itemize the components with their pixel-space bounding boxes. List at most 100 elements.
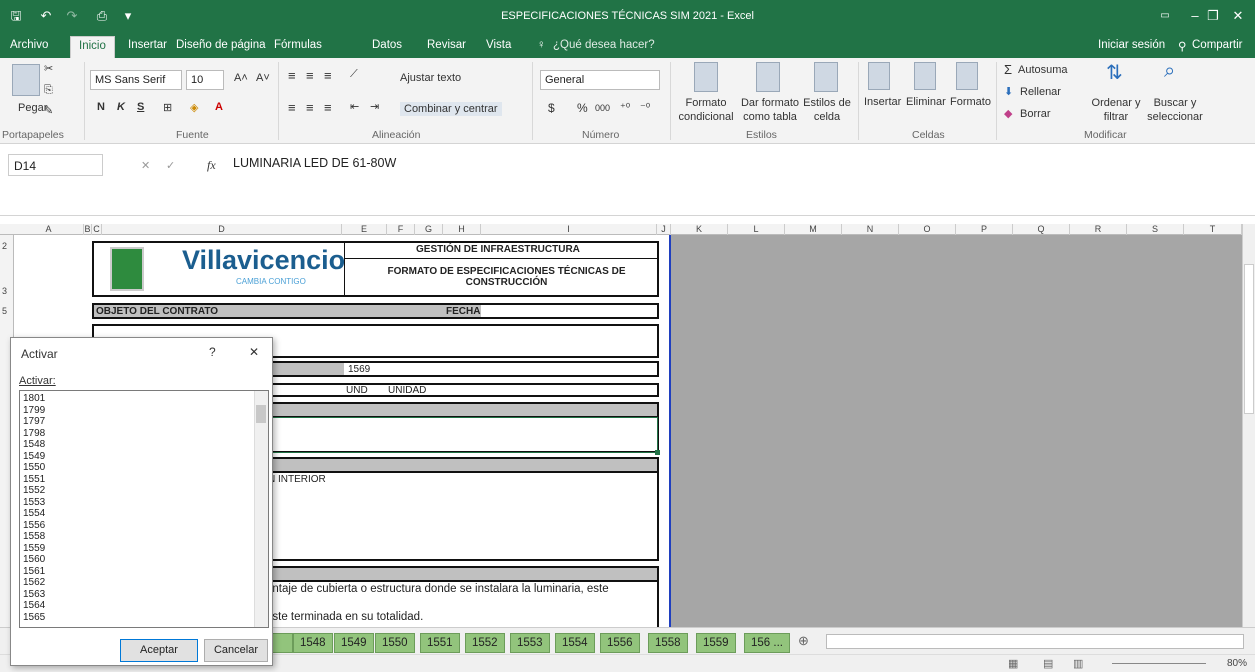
vertical-scrollbar[interactable]: [1242, 224, 1255, 627]
list-item[interactable]: 1552: [23, 486, 45, 496]
fill-handle[interactable]: [655, 450, 660, 455]
currency-button[interactable]: $: [548, 101, 555, 115]
insert-function-icon[interactable]: fx: [207, 158, 216, 173]
list-item[interactable]: 1562: [23, 578, 45, 588]
sort-filter-icon[interactable]: ⇅: [1106, 60, 1123, 85]
delete-cells-icon[interactable]: [914, 62, 936, 90]
list-item[interactable]: 1561: [23, 566, 45, 576]
scroll-thumb[interactable]: [1244, 264, 1254, 414]
list-item[interactable]: 1565: [23, 612, 45, 622]
shrink-font-icon[interactable]: A˅: [256, 72, 270, 84]
autosum-button[interactable]: Autosuma: [1018, 64, 1068, 76]
column-header[interactable]: K: [671, 224, 728, 235]
thousands-button[interactable]: 000: [595, 103, 610, 113]
horizontal-scrollbar[interactable]: [826, 634, 1244, 649]
delete-cells-button[interactable]: Eliminar: [906, 96, 946, 108]
tab-datos[interactable]: Datos: [372, 39, 402, 51]
align-bottom-icon[interactable]: ≡: [324, 68, 332, 83]
increase-indent-icon[interactable]: ⇥: [370, 100, 379, 113]
tell-me-input[interactable]: ¿Qué desea hacer?: [553, 39, 655, 51]
column-header[interactable]: M: [785, 224, 842, 235]
column-header[interactable]: O: [899, 224, 956, 235]
cell-styles-button[interactable]: Estilos de celda: [802, 96, 852, 124]
list-item[interactable]: 1797: [23, 417, 45, 427]
list-item[interactable]: 1548: [23, 440, 45, 450]
tab-insertar[interactable]: Insertar: [128, 39, 167, 51]
sheet-tab[interactable]: 1556: [600, 633, 640, 653]
ribbon-display-icon[interactable]: ▭: [1155, 6, 1175, 26]
cancel-icon[interactable]: ✕: [141, 159, 150, 172]
list-item[interactable]: 1551: [23, 474, 45, 484]
sheet-tab[interactable]: 1554: [555, 633, 595, 653]
date-cell[interactable]: [481, 305, 657, 317]
column-header[interactable]: N: [842, 224, 899, 235]
column-header[interactable]: F: [387, 224, 415, 235]
list-item[interactable]: 1799: [23, 405, 45, 415]
italic-button[interactable]: K: [117, 101, 125, 113]
sheet-tab[interactable]: 1559: [696, 633, 736, 653]
tab-revisar[interactable]: Revisar: [427, 39, 466, 51]
list-item[interactable]: 1798: [23, 428, 45, 438]
fill-button[interactable]: Rellenar: [1020, 86, 1061, 98]
sheet-tab[interactable]: 1551: [420, 633, 460, 653]
borders-icon[interactable]: ⊞: [163, 101, 172, 114]
column-header[interactable]: C: [92, 224, 102, 235]
sheet-tab[interactable]: 1549: [334, 633, 374, 653]
find-icon[interactable]: ⌕: [1164, 60, 1175, 83]
list-item[interactable]: 1556: [23, 520, 45, 530]
list-item[interactable]: 1560: [23, 555, 45, 565]
font-color-icon[interactable]: A: [215, 101, 223, 113]
find-select-button[interactable]: Buscar y seleccionar: [1144, 96, 1206, 124]
format-table-icon[interactable]: [756, 62, 780, 92]
page-break-view-icon[interactable]: ▥: [1073, 657, 1083, 670]
cancel-button[interactable]: Cancelar: [204, 639, 268, 662]
underline-button[interactable]: S: [137, 101, 144, 113]
column-header[interactable]: S: [1127, 224, 1184, 235]
column-header[interactable]: L: [728, 224, 785, 235]
list-item[interactable]: 1550: [23, 463, 45, 473]
page-layout-icon[interactable]: ▤: [1043, 657, 1053, 670]
orientation-icon[interactable]: ⟋: [350, 68, 358, 81]
ok-button[interactable]: Aceptar: [120, 639, 198, 662]
decrease-decimal-icon[interactable]: ⁻⁰: [640, 101, 650, 114]
column-header[interactable]: Q: [1013, 224, 1070, 235]
format-cells-button[interactable]: Formato: [950, 96, 991, 108]
name-box[interactable]: D14: [8, 154, 103, 176]
list-item[interactable]: 1554: [23, 509, 45, 519]
fill-icon[interactable]: ⬇: [1004, 85, 1013, 98]
decrease-indent-icon[interactable]: ⇤: [350, 100, 359, 113]
cell-styles-icon[interactable]: [814, 62, 838, 92]
sheet-tab[interactable]: 1558: [648, 633, 688, 653]
sheet-tab[interactable]: 1548: [293, 633, 333, 653]
list-item[interactable]: 1553: [23, 497, 45, 507]
list-item[interactable]: 1558: [23, 532, 45, 542]
align-right-icon[interactable]: ≡: [324, 100, 332, 115]
minimize-icon[interactable]: –: [1185, 6, 1205, 26]
column-header[interactable]: B: [84, 224, 92, 235]
align-left-icon[interactable]: ≡: [288, 100, 296, 115]
row-header[interactable]: 3: [2, 286, 7, 296]
list-scrollbar[interactable]: [254, 391, 268, 627]
clear-button[interactable]: Borrar: [1020, 108, 1051, 120]
column-header[interactable]: I: [481, 224, 657, 235]
column-header[interactable]: P: [956, 224, 1013, 235]
paste-button[interactable]: Pegar: [18, 102, 47, 114]
row-header[interactable]: 2: [2, 241, 7, 251]
paste-icon[interactable]: [12, 64, 40, 96]
list-item[interactable]: 1559: [23, 543, 45, 553]
sheet-tab[interactable]: 1550: [375, 633, 415, 653]
increase-decimal-icon[interactable]: ⁺⁰: [620, 101, 630, 114]
zoom-level[interactable]: 80%: [1227, 658, 1247, 669]
tab-vista[interactable]: Vista: [486, 39, 511, 51]
autosum-icon[interactable]: Σ: [1004, 62, 1012, 77]
conditional-format-button[interactable]: Formato condicional: [668, 96, 744, 124]
item-cell[interactable]: [344, 363, 657, 375]
column-header[interactable]: D: [102, 224, 342, 235]
enter-icon[interactable]: ✓: [166, 159, 175, 172]
percent-button[interactable]: %: [577, 101, 588, 115]
column-header[interactable]: G: [415, 224, 443, 235]
list-scroll-thumb[interactable]: [256, 405, 266, 423]
sort-filter-button[interactable]: Ordenar y filtrar: [1088, 96, 1144, 124]
font-size-select[interactable]: 10: [186, 70, 224, 90]
share-button[interactable]: Compartir: [1192, 39, 1242, 51]
